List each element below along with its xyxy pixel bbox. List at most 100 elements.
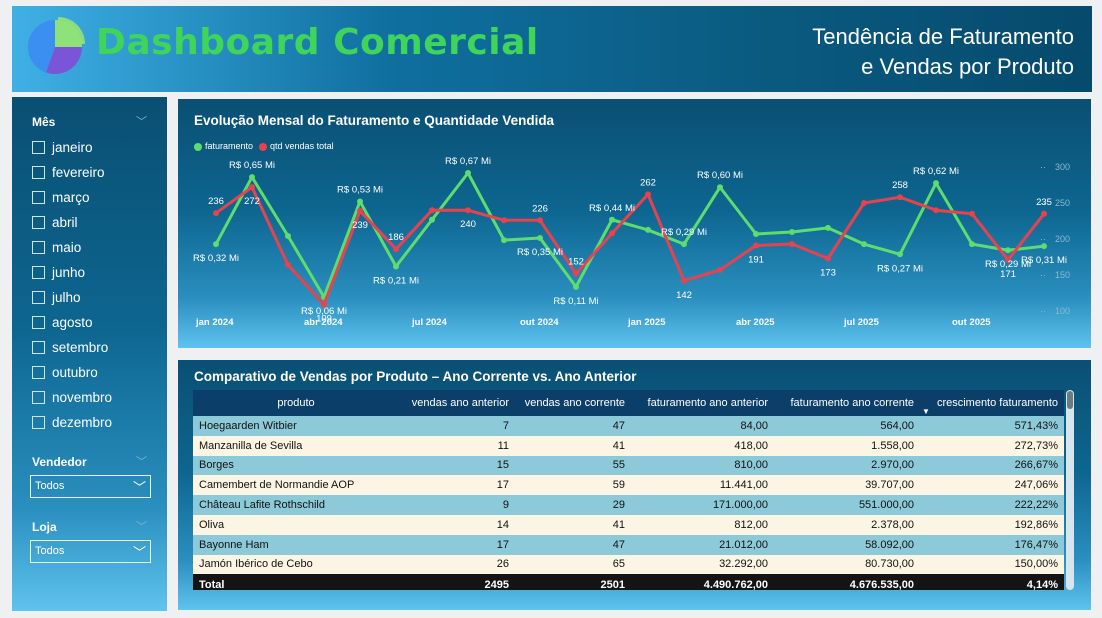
- column-header[interactable]: crescimento faturamento: [920, 390, 1064, 416]
- faturamento-data-label: R$ 0,67 Mi: [445, 156, 491, 167]
- month-option[interactable]: maio: [32, 235, 112, 260]
- faturamento-point: [429, 216, 435, 223]
- checkbox-icon[interactable]: [32, 391, 45, 404]
- subtitle-line-2: e Vendas por Produto: [861, 54, 1074, 79]
- qtd-vendas-point: [861, 200, 867, 206]
- table-cell: Bayonne Ham: [199, 538, 269, 551]
- faturamento-point: [645, 226, 651, 233]
- month-label: junho: [52, 265, 86, 280]
- table-cell: 15: [496, 459, 509, 472]
- column-header[interactable]: vendas ano corrente: [515, 390, 631, 416]
- month-option[interactable]: abril: [32, 210, 112, 235]
- qtd-vendas-point: [717, 266, 723, 273]
- seller-slicer-chevron-icon[interactable]: ﹀: [136, 453, 147, 469]
- qtd-vendas-point: [969, 210, 975, 217]
- qtd-vendas-point: [645, 191, 651, 198]
- month-option[interactable]: março: [32, 185, 112, 210]
- table-row[interactable]: Jamón Ibérico de Cebo 26 65 32.292,00 80.730…: [193, 554, 1064, 575]
- total-cell: 4,14%: [1026, 578, 1058, 590]
- faturamento-point: [393, 263, 399, 270]
- legend-label: faturamento: [205, 141, 254, 151]
- y-axis-tick-label: 100: [1055, 306, 1070, 316]
- trend-line-chart: 300··250··200··150··100··jan 2024 abr 202…: [193, 156, 1070, 328]
- table-row[interactable]: Manzanilla de Sevilla 11 41 418,00 1.558,00 2…: [193, 435, 1064, 456]
- checkbox-icon[interactable]: [32, 166, 45, 179]
- table-cell: 266,67%: [1014, 459, 1058, 472]
- checkbox-icon[interactable]: [32, 416, 45, 429]
- y-axis-tick-mark: ··: [1040, 306, 1046, 316]
- checkbox-icon[interactable]: [32, 341, 45, 354]
- faturamento-data-label: R$ 0,44 Mi: [589, 203, 635, 214]
- month-option[interactable]: outubro: [32, 360, 112, 385]
- column-header[interactable]: faturamento ano anterior: [631, 390, 774, 416]
- store-dropdown[interactable]: Todos ﹀: [30, 540, 151, 563]
- qtd-vendas-data-label: 173: [820, 267, 836, 278]
- table-cell: 11: [497, 439, 509, 452]
- checkbox-icon[interactable]: [32, 366, 45, 379]
- month-option[interactable]: dezembro: [32, 410, 112, 435]
- seller-dropdown[interactable]: Todos ﹀: [30, 475, 151, 498]
- faturamento-point: [609, 216, 615, 223]
- qtd-vendas-data-label: 272: [244, 196, 260, 207]
- legend-item-faturamento[interactable]: faturamento: [194, 141, 253, 151]
- table-row[interactable]: Bayonne Ham 17 47 21.012,00 58.092,00 176,47%: [193, 534, 1064, 555]
- faturamento-point: [573, 283, 579, 290]
- faturamento-data-label: R$ 0,11 Mi: [553, 296, 598, 307]
- table-row[interactable]: Château Lafite Rothschild 9 29 171.000,00 55…: [193, 495, 1064, 515]
- faturamento-point: [969, 241, 975, 248]
- scrollbar-thumb[interactable]: [1067, 391, 1073, 409]
- month-option[interactable]: novembro: [32, 385, 112, 410]
- month-option[interactable]: julho: [32, 285, 112, 310]
- month-label: julho: [52, 290, 81, 305]
- month-option[interactable]: agosto: [32, 310, 112, 335]
- faturamento-point: [537, 235, 543, 242]
- y-axis-tick-mark: ··: [1040, 270, 1046, 280]
- x-axis-tick-label: abr 2025: [736, 317, 775, 328]
- comparison-table: produto vendas ano anterior vendas ano c…: [193, 390, 1064, 590]
- month-option[interactable]: fevereiro: [32, 160, 112, 185]
- table-cell: Jamón Ibérico de Cebo: [199, 558, 313, 571]
- faturamento-point: [213, 241, 219, 248]
- faturamento-data-label: R$ 0,27 Mi: [877, 263, 923, 274]
- checkbox-icon[interactable]: [32, 191, 45, 204]
- total-cell: 4.676.535,00: [849, 578, 914, 590]
- month-option[interactable]: junho: [32, 260, 112, 285]
- month-option[interactable]: setembro: [32, 335, 112, 360]
- legend-item-qtd[interactable]: qtd vendas total: [259, 141, 334, 151]
- checkbox-icon[interactable]: [32, 141, 45, 154]
- table-cell: Borges: [199, 459, 234, 472]
- column-header[interactable]: vendas ano anterior: [399, 390, 515, 416]
- table-cell: Manzanilla de Sevilla: [199, 439, 303, 452]
- x-axis-tick-label: out 2024: [520, 317, 559, 328]
- checkbox-icon[interactable]: [32, 216, 45, 229]
- table-row[interactable]: Borges 15 55 810,00 2.970,00 266,67%: [193, 455, 1064, 476]
- table-cell: 176,47%: [1014, 538, 1058, 551]
- qtd-vendas-data-label: 186: [388, 232, 404, 243]
- subtitle-line-1: Tendência de Faturamento: [812, 24, 1074, 49]
- checkbox-icon[interactable]: [32, 266, 45, 279]
- qtd-vendas-data-label: 142: [676, 290, 692, 301]
- table-row[interactable]: Oliva 14 41 812,00 2.378,00 192,86%: [193, 514, 1064, 535]
- month-label: setembro: [52, 340, 109, 355]
- table-scrollbar[interactable]: [1066, 390, 1074, 590]
- table-row[interactable]: Hoegaarden Witbier 7 47 84,00 564,00 571,43%: [193, 416, 1064, 436]
- table-cell: 171.000,00: [712, 499, 768, 512]
- checkbox-icon[interactable]: [32, 316, 45, 329]
- checkbox-icon[interactable]: [32, 291, 45, 304]
- month-option[interactable]: janeiro: [32, 135, 112, 160]
- qtd-vendas-data-label: 191: [748, 254, 764, 265]
- table-cell: 9: [502, 499, 509, 512]
- table-row[interactable]: Camembert de Normandie AOP 17 59 11.441,00 3…: [193, 475, 1064, 496]
- table-cell: 812,00: [734, 518, 768, 531]
- column-header[interactable]: faturamento ano corrente: [774, 390, 920, 416]
- sort-descending-icon[interactable]: ▼: [922, 407, 930, 416]
- store-slicer-chevron-icon[interactable]: ﹀: [136, 518, 147, 534]
- qtd-vendas-point: [465, 207, 471, 214]
- month-slicer-chevron-icon[interactable]: ﹀: [136, 113, 147, 129]
- column-header[interactable]: produto: [193, 390, 399, 416]
- month-label: março: [52, 190, 90, 205]
- checkbox-icon[interactable]: [32, 241, 45, 254]
- table-cell: 14: [496, 518, 509, 531]
- x-axis-tick-label: jan 2025: [627, 317, 666, 328]
- faturamento-point: [753, 230, 759, 237]
